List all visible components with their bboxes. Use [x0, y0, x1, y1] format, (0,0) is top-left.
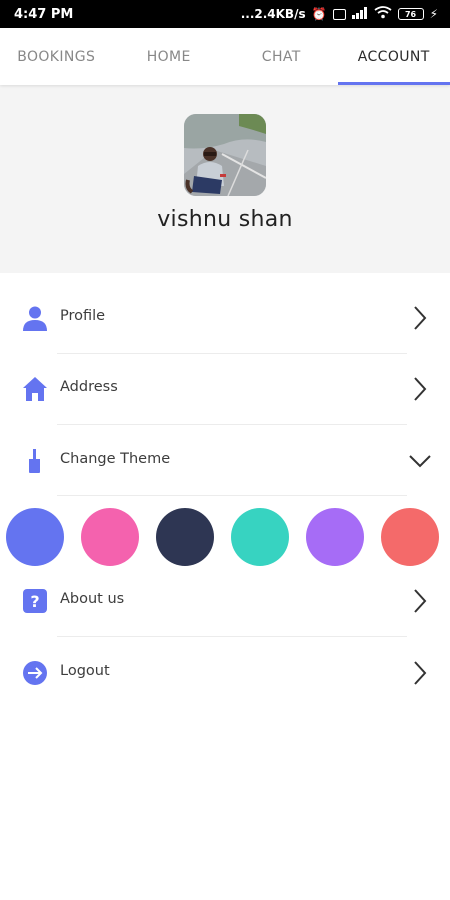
- theme-color-option[interactable]: [381, 508, 439, 566]
- alarm-icon: ⏰: [311, 7, 327, 21]
- menu-label-address: Address: [60, 379, 118, 395]
- theme-color-option[interactable]: [231, 508, 289, 566]
- status-icons: ...2.4KB/s ⏰ 76 ⚡: [241, 6, 438, 22]
- network-speed: ...2.4KB/s: [240, 7, 306, 21]
- menu-item-change-theme[interactable]: Change Theme: [0, 426, 450, 496]
- divider: [57, 636, 407, 637]
- home-icon: [22, 376, 48, 402]
- status-bar: 4:47 PM ...2.4KB/s ⏰ 76 ⚡: [0, 0, 450, 28]
- divider: [57, 495, 407, 496]
- tab-bar: BOOKINGS HOME CHAT ACCOUNT: [0, 28, 450, 85]
- theme-color-option[interactable]: [81, 508, 139, 566]
- chevron-right-icon: [410, 660, 430, 686]
- theme-color-picker: [0, 508, 450, 566]
- chevron-right-icon: [410, 588, 430, 614]
- tab-chat[interactable]: CHAT: [225, 28, 338, 85]
- menu-item-address[interactable]: Address: [0, 354, 450, 424]
- logout-icon: [22, 660, 48, 686]
- menu-label-profile: Profile: [60, 308, 106, 324]
- menu-item-profile[interactable]: Profile: [0, 283, 450, 353]
- battery-level: 76: [404, 9, 417, 19]
- user-name: vishnu shan: [157, 207, 293, 232]
- theme-color-option[interactable]: [6, 508, 64, 566]
- profile-header: vishnu shan: [0, 85, 450, 273]
- signal-icon: [351, 6, 368, 22]
- tab-home[interactable]: HOME: [113, 28, 226, 85]
- menu-item-logout[interactable]: Logout: [0, 638, 450, 708]
- avatar[interactable]: [184, 114, 266, 196]
- chevron-right-icon: [410, 305, 430, 331]
- help-icon: ?: [22, 588, 48, 614]
- svg-text:?: ?: [30, 592, 39, 611]
- charging-icon: ⚡: [429, 7, 438, 21]
- theme-color-option[interactable]: [306, 508, 364, 566]
- menu-label-about: About us: [60, 591, 125, 607]
- tab-account[interactable]: ACCOUNT: [337, 28, 450, 85]
- chevron-right-icon: [410, 376, 430, 402]
- notification-icon: [332, 8, 346, 20]
- battery-icon: 76: [397, 8, 424, 20]
- status-time: 4:47 PM: [14, 6, 74, 22]
- paint-brush-icon: [22, 448, 48, 474]
- menu-item-about[interactable]: ? About us: [0, 566, 450, 636]
- person-icon: [22, 305, 48, 331]
- theme-color-option[interactable]: [156, 508, 214, 566]
- chevron-down-icon: [408, 448, 432, 474]
- tab-bookings[interactable]: BOOKINGS: [0, 28, 113, 85]
- menu-label-logout: Logout: [60, 663, 110, 679]
- wifi-icon: [374, 6, 392, 22]
- menu-label-change-theme: Change Theme: [60, 451, 171, 467]
- divider: [57, 424, 407, 425]
